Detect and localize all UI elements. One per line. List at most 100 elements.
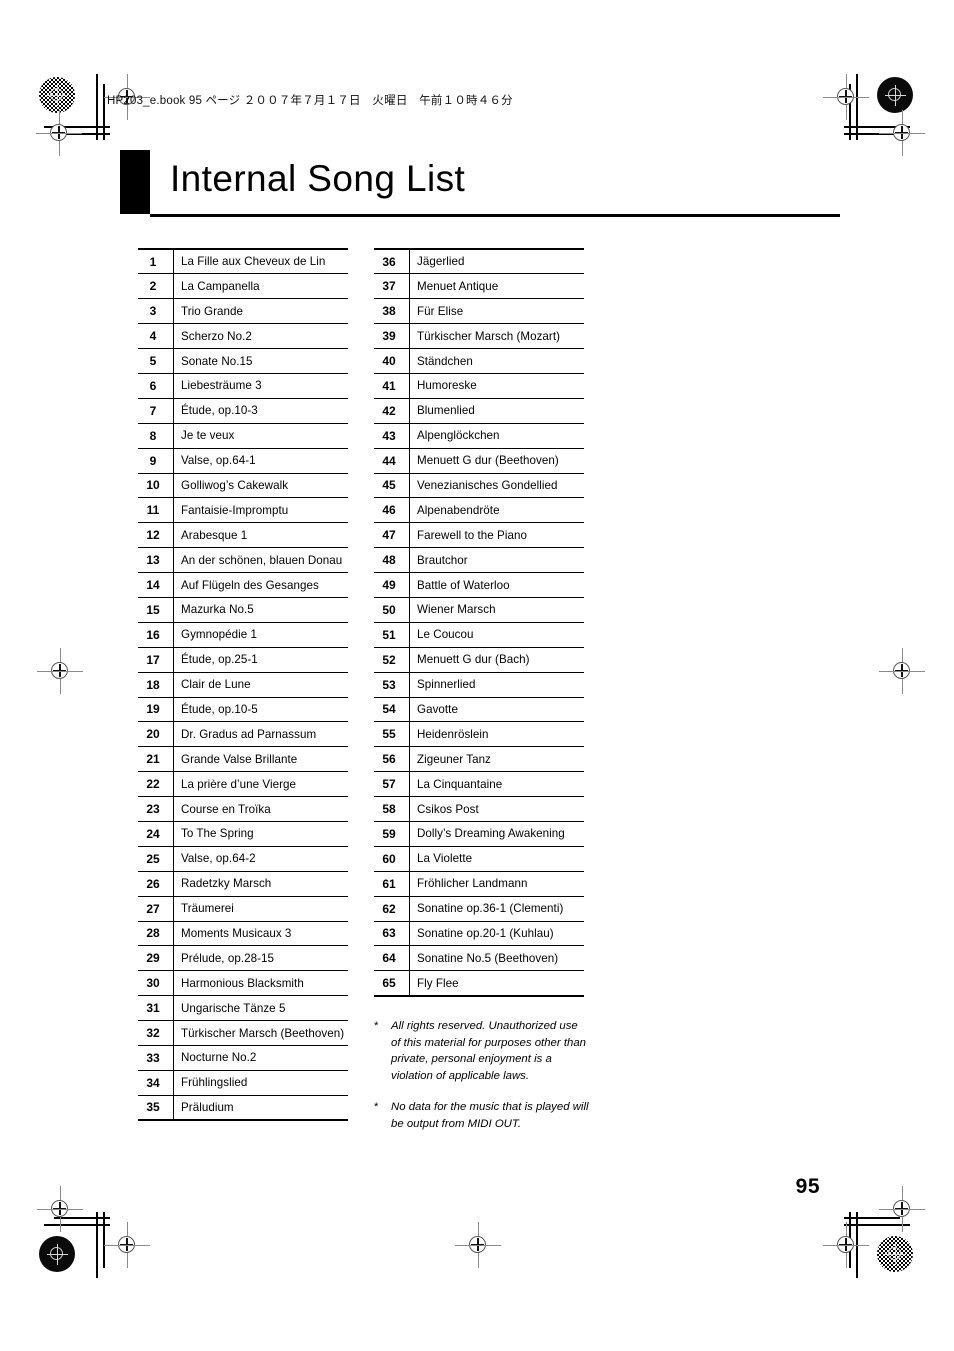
song-row: 53 Spinnerlied	[374, 672, 584, 698]
song-number: 55	[374, 721, 410, 748]
song-row: 27 Träumerei	[138, 896, 348, 922]
song-number: 7	[138, 398, 174, 424]
song-title: Frühlingslied	[173, 1070, 348, 1096]
song-number: 6	[138, 373, 174, 399]
song-row: 17 Étude, op.25-1	[138, 647, 348, 673]
registration-crosshair-mid-left	[37, 648, 83, 694]
song-number: 44	[374, 448, 410, 474]
registration-target-top-right	[877, 77, 913, 113]
song-number: 52	[374, 647, 410, 673]
song-title: Jägerlied	[409, 248, 584, 275]
song-title: Scherzo No.2	[173, 323, 348, 350]
song-title: La prière d’une Vierge	[173, 771, 348, 798]
song-number: 1	[138, 248, 174, 275]
footnote-text: No data for the music that is played wil…	[391, 1101, 589, 1130]
song-number: 24	[138, 821, 174, 847]
song-title: La Fille aux Cheveux de Lin	[173, 248, 348, 275]
song-title: Humoreske	[409, 373, 584, 399]
song-title: Alpenglöckchen	[409, 423, 584, 449]
song-title: Türkischer Marsch (Mozart)	[409, 323, 584, 350]
song-number: 14	[138, 572, 174, 598]
song-title: Étude, op.10-5	[173, 697, 348, 723]
footnote-midi: * No data for the music that is played w…	[374, 1099, 589, 1132]
song-title: Csikos Post	[409, 796, 584, 822]
song-row: 15 Mazurka No.5	[138, 597, 348, 623]
song-number: 3	[138, 298, 174, 325]
registration-crosshair-mid-right	[879, 648, 925, 694]
registration-target-bottom-right	[877, 1236, 913, 1272]
song-row: 45 Venezianisches Gondellied	[374, 473, 584, 499]
song-title: Arabesque 1	[173, 522, 348, 549]
song-title: Alpenabendröte	[409, 497, 584, 524]
song-row: 31 Ungarische Tänze 5	[138, 995, 348, 1022]
song-row: 38 Für Elise	[374, 298, 584, 325]
song-number: 33	[138, 1045, 174, 1071]
registration-crosshair-top-right	[823, 74, 869, 120]
song-row: 58 Csikos Post	[374, 796, 584, 822]
song-table-right: 36 Jägerlied 37 Menuet Antique 38 Für Elise 39…	[374, 248, 584, 997]
song-number: 49	[374, 572, 410, 598]
song-row: 10 Golliwog’s Cakewalk	[138, 473, 348, 499]
song-row: 42 Blumenlied	[374, 398, 584, 424]
song-number: 36	[374, 248, 410, 275]
song-row: 49 Battle of Waterloo	[374, 572, 584, 598]
song-row: 32 Türkischer Marsch (Beethoven)	[138, 1020, 348, 1046]
song-title: Grande Valse Brillante	[173, 746, 348, 773]
song-row: 28 Moments Musicaux 3	[138, 921, 348, 947]
song-title: Gymnopédie 1	[173, 622, 348, 648]
song-title: Spinnerlied	[409, 672, 584, 698]
song-number: 26	[138, 871, 174, 897]
song-number: 34	[138, 1070, 174, 1096]
song-row: 55 Heidenröslein	[374, 721, 584, 748]
song-title: La Violette	[409, 846, 584, 872]
song-title: Fröhlicher Landmann	[409, 871, 584, 897]
song-row: 23 Course en Troïka	[138, 796, 348, 822]
song-title: Menuett G dur (Beethoven)	[409, 448, 584, 474]
song-row: 8 Je te veux	[138, 423, 348, 449]
song-number: 64	[374, 945, 410, 972]
song-title: Menuett G dur (Bach)	[409, 647, 584, 673]
registration-target-bottom-left	[39, 1236, 75, 1272]
song-number: 47	[374, 522, 410, 549]
song-title: Türkischer Marsch (Beethoven)	[173, 1020, 348, 1046]
song-row: 64 Sonatine No.5 (Beethoven)	[374, 945, 584, 972]
song-row: 11 Fantaisie-Impromptu	[138, 497, 348, 524]
song-row: 60 La Violette	[374, 846, 584, 872]
song-title: An der schönen, blauen Donau	[173, 547, 348, 574]
song-row: 65 Fly Flee	[374, 970, 584, 997]
song-row: 3 Trio Grande	[138, 298, 348, 325]
song-row: 57 La Cinquantaine	[374, 771, 584, 798]
song-row: 2 La Campanella	[138, 273, 348, 300]
song-row: 46 Alpenabendröte	[374, 497, 584, 524]
song-number: 29	[138, 945, 174, 972]
song-row: 44 Menuett G dur (Beethoven)	[374, 448, 584, 474]
song-row: 25 Valse, op.64-2	[138, 846, 348, 872]
song-number: 5	[138, 348, 174, 374]
song-number: 37	[374, 273, 410, 300]
song-title: Sonatine op.36-1 (Clementi)	[409, 896, 584, 922]
song-title: Nocturne No.2	[173, 1045, 348, 1071]
song-number: 27	[138, 896, 174, 922]
song-number: 2	[138, 273, 174, 300]
registration-crosshair-bottom-right	[823, 1222, 869, 1268]
page-title: Internal Song List	[170, 158, 466, 199]
song-row: 41 Humoreske	[374, 373, 584, 399]
song-row: 21 Grande Valse Brillante	[138, 746, 348, 773]
song-number: 62	[374, 896, 410, 922]
song-row: 18 Clair de Lune	[138, 672, 348, 698]
song-title: Je te veux	[173, 423, 348, 449]
song-row: 36 Jägerlied	[374, 248, 584, 275]
song-number: 22	[138, 771, 174, 798]
song-row: 50 Wiener Marsch	[374, 597, 584, 623]
footnote-asterisk: *	[374, 1101, 379, 1114]
song-number: 35	[138, 1095, 174, 1122]
song-title: Ungarische Tänze 5	[173, 995, 348, 1022]
song-number: 45	[374, 473, 410, 499]
song-title: Radetzky Marsch	[173, 871, 348, 897]
registration-crosshair-bottom-center	[455, 1222, 501, 1268]
song-row: 6 Liebesträume 3	[138, 373, 348, 399]
song-number: 20	[138, 721, 174, 748]
song-number: 60	[374, 846, 410, 872]
song-row: 63 Sonatine op.20-1 (Kuhlau)	[374, 921, 584, 947]
song-title: La Campanella	[173, 273, 348, 300]
